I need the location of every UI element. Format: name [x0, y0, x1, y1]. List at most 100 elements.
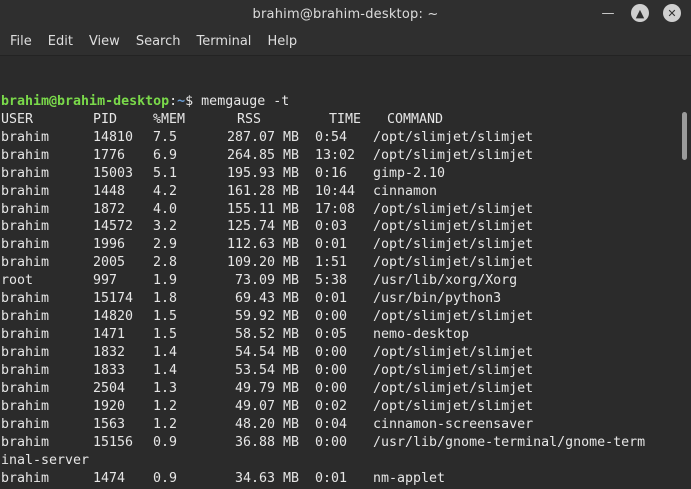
table-row: brahim 14572 3.2 125.74 MB 0:03/opt/slimjet/… [0, 218, 678, 236]
cell-command: nemo-desktop [373, 327, 470, 343]
table-row: brahim 1474 0.9 34.63 MB 0:01 nm-applet [0, 470, 678, 488]
cell-mem: 7.5 [153, 129, 178, 145]
table-row: brahim 1471 1.5 58.52 MB 0:05 nemo-desktop [0, 326, 678, 344]
cell-pid: 14810 [93, 129, 134, 145]
cell-rss: 161.28 MB [226, 183, 299, 199]
cell-time: 0:00 [315, 434, 348, 450]
cell-mem: 1.4 [153, 345, 178, 361]
menu-view[interactable]: View [81, 29, 128, 55]
col-command: COMMAND [387, 111, 444, 127]
cell-pid: 1448 [93, 183, 126, 199]
cell-rss: 73.09 MB [234, 273, 299, 289]
cell-pid: 1832 [93, 345, 126, 361]
cell-mem: 5.1 [153, 165, 178, 181]
cell-rss: 48.20 MB [234, 416, 299, 432]
cell-time: 0:02 [315, 398, 348, 414]
cell-command: /opt/slimjet/slimjet [373, 362, 534, 378]
table-row: brahim 15156 0.9 36.88 MB 0:00/usr/lib/gnome… [0, 434, 678, 452]
cell-command: /opt/slimjet/slimjet [373, 255, 534, 271]
cell-pid: 15156 [93, 434, 134, 450]
cell-rss: 109.20 MB [226, 255, 299, 271]
col-mem: %MEM [153, 111, 186, 127]
cell-rss: 125.74 MB [226, 219, 299, 235]
cell-user: brahim [1, 327, 50, 343]
menu-help[interactable]: Help [259, 29, 305, 55]
cell-pid: 997 [93, 273, 118, 289]
cell-mem: 4.0 [153, 201, 178, 217]
cell-mem: 1.2 [153, 416, 178, 432]
menu-bar: File Edit View Search Terminal Help [0, 28, 691, 56]
scrollbar[interactable] [678, 57, 691, 489]
table-row: brahim 14810 7.5 287.07 MB 0:54/opt/slimjet/… [0, 129, 678, 147]
cell-mem: 1.4 [153, 362, 178, 378]
cell-command: /opt/slimjet/slimjet [373, 345, 534, 361]
cell-rss: 69.43 MB [234, 291, 299, 307]
terminal-output[interactable]: brahim@brahim-desktop:~$ memgauge -t USE… [0, 57, 678, 489]
cell-rss: 53.54 MB [234, 362, 299, 378]
menu-edit[interactable]: Edit [40, 29, 81, 55]
cell-command: cinnamon [373, 183, 438, 199]
table-row: brahim 1563 1.2 48.20 MB 0:04 cinnamon-screen… [0, 416, 678, 434]
cell-mem: 0.9 [153, 470, 178, 486]
window-title: brahim@brahim-desktop: ~ [252, 6, 439, 22]
window-controls: — ▲ ✕ [599, 4, 681, 22]
cell-time: 0:04 [315, 416, 348, 432]
cell-command: /opt/slimjet/slimjet [373, 147, 534, 163]
cell-command: /usr/bin/python3 [373, 291, 502, 307]
cell-command: /opt/slimjet/slimjet [373, 309, 534, 325]
cell-rss: 49.07 MB [234, 398, 299, 414]
cell-rss: 36.88 MB [234, 434, 299, 450]
wrapped-line: inal-server [1, 452, 90, 468]
cell-time: 0:54 [315, 129, 348, 145]
cell-rss: 54.54 MB [234, 345, 299, 361]
table-row: brahim 15174 1.8 69.43 MB 0:01/usr/bin/pytho… [0, 290, 678, 308]
cell-user: brahim [1, 129, 50, 145]
cell-command: /opt/slimjet/slimjet [373, 129, 534, 145]
cell-mem: 0.9 [153, 434, 178, 450]
minimize-button[interactable]: — [599, 4, 617, 22]
cell-user: brahim [1, 219, 50, 235]
cell-rss: 287.07 MB [226, 129, 299, 145]
scrollbar-thumb[interactable] [682, 112, 687, 160]
menu-file[interactable]: File [2, 29, 40, 55]
table-row: root 997 1.9 73.09 MB 5:38/usr/lib/xorg/Xorg [0, 272, 678, 290]
cell-command: gimp-2.10 [373, 165, 446, 181]
table-row: brahim 2005 2.8 109.20 MB 1:51/opt/slimjet/s… [0, 254, 678, 272]
cell-mem: 2.8 [153, 255, 178, 271]
cell-rss: 264.85 MB [226, 147, 299, 163]
close-button[interactable]: ✕ [663, 4, 681, 22]
prompt-colon: : [169, 93, 178, 109]
cell-pid: 14572 [93, 219, 134, 235]
cell-user: brahim [1, 380, 50, 396]
cell-pid: 2504 [93, 380, 126, 396]
table-row: brahim 1920 1.2 49.07 MB 0:02/opt/slimjet/sl… [0, 398, 678, 416]
menu-search[interactable]: Search [128, 29, 189, 55]
cell-user: brahim [1, 434, 50, 450]
cell-command: nm-applet [373, 470, 446, 486]
cell-pid: 1872 [93, 201, 126, 217]
menu-terminal[interactable]: Terminal [188, 29, 259, 55]
maximize-icon: ▲ [635, 6, 645, 20]
cell-pid: 1776 [93, 147, 126, 163]
col-user: USER [1, 111, 34, 127]
maximize-button[interactable]: ▲ [631, 4, 649, 22]
cell-user: brahim [1, 183, 50, 199]
cell-time: 5:38 [315, 273, 348, 289]
cell-rss: 49.79 MB [234, 380, 299, 396]
cell-mem: 1.2 [153, 398, 178, 414]
table-row: brahim 14820 1.5 59.92 MB 0:00/opt/slimjet/s… [0, 308, 678, 326]
cell-mem: 3.2 [153, 219, 178, 235]
prompt-user-host: brahim@brahim-desktop [1, 93, 170, 109]
cell-user: brahim [1, 398, 50, 414]
minimize-icon: — [601, 5, 615, 21]
cell-pid: 1920 [93, 398, 126, 414]
cell-user: brahim [1, 470, 50, 486]
cell-time: 0:01 [315, 291, 348, 307]
cell-time: 0:00 [315, 362, 348, 378]
table-row: brahim 1996 2.9 112.63 MB 0:01/opt/slimjet/s… [0, 236, 678, 254]
cell-time: 0:00 [315, 345, 348, 361]
cell-time: 0:03 [315, 219, 348, 235]
cell-command: /usr/lib/xorg/Xorg [373, 273, 518, 289]
cell-user: root [1, 273, 34, 289]
